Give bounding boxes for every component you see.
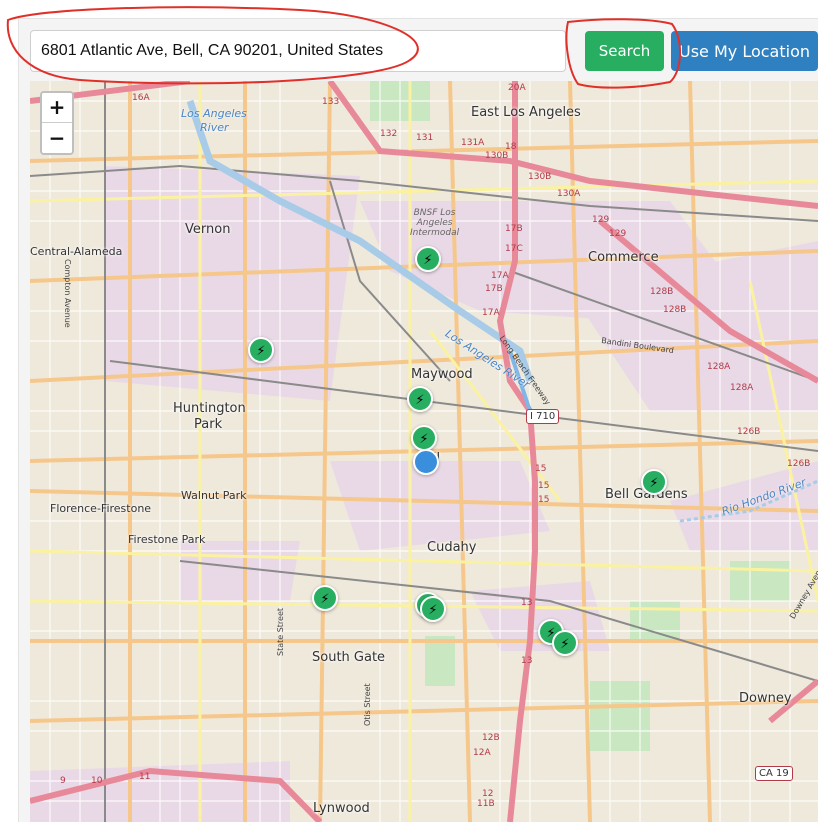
place-label: Cudahy xyxy=(427,540,477,555)
charging-station-marker[interactable]: ⚡ xyxy=(552,630,578,656)
street-label: Compton Avenue xyxy=(63,259,72,328)
lightning-icon: ⚡ xyxy=(428,601,438,617)
exit-label: 13 xyxy=(521,656,533,666)
exit-label: 12 xyxy=(482,789,494,799)
freeway-shield: I 710 xyxy=(526,409,560,424)
place-label: Park xyxy=(194,417,223,432)
place-label: Huntington xyxy=(173,401,246,416)
lightning-icon: ⚡ xyxy=(649,474,659,490)
charging-station-marker[interactable]: ⚡ xyxy=(420,596,446,622)
search-bar: Search Use My Location xyxy=(30,30,818,72)
charging-station-marker[interactable]: ⚡ xyxy=(641,469,667,495)
exit-label: 15 xyxy=(535,464,547,474)
exit-label: 16A xyxy=(132,93,150,103)
exit-label: 128B xyxy=(663,305,687,315)
exit-label: 131A xyxy=(461,138,485,148)
lightning-icon: ⚡ xyxy=(415,391,425,407)
exit-label: 17B xyxy=(505,224,523,234)
exit-label: 126B xyxy=(737,427,761,437)
exit-label: 11B xyxy=(477,799,495,809)
exit-label: 12A xyxy=(473,748,491,758)
exit-label: 12B xyxy=(482,733,500,743)
river-label: Los Angeles xyxy=(181,107,247,120)
use-my-location-button[interactable]: Use My Location xyxy=(671,31,818,71)
exit-label: 17A xyxy=(491,271,509,281)
zoom-in-button[interactable]: + xyxy=(42,93,72,123)
place-label: Commerce xyxy=(588,250,659,265)
exit-label: 128B xyxy=(650,287,674,297)
exit-label: 17B xyxy=(485,284,503,294)
exit-label: 17A xyxy=(482,308,500,318)
charging-station-marker[interactable]: ⚡ xyxy=(407,386,433,412)
exit-label: 129 xyxy=(609,229,627,239)
place-label: South Gate xyxy=(312,650,386,665)
charging-station-marker[interactable]: ⚡ xyxy=(411,425,437,451)
place-label: East Los Angeles xyxy=(471,105,581,120)
exit-label: 11 xyxy=(139,772,151,782)
place-label: Lynwood xyxy=(313,801,370,816)
exit-label: 17C xyxy=(505,244,523,254)
exit-label: 15 xyxy=(538,495,550,505)
rail-yard-label: BNSF Los Angeles Intermodal xyxy=(410,208,460,238)
exit-label: 133 xyxy=(322,97,340,107)
lightning-icon: ⚡ xyxy=(320,590,330,606)
exit-label: 132 xyxy=(380,129,398,139)
lightning-icon: ⚡ xyxy=(423,251,433,267)
place-label: Florence-Firestone xyxy=(50,502,152,515)
place-label: Downey xyxy=(739,691,792,706)
exit-label: 126B xyxy=(787,459,811,469)
exit-label: 131 xyxy=(416,133,434,143)
exit-label: 130B xyxy=(485,151,509,161)
exit-label: 130A xyxy=(557,189,581,199)
exit-label: 128A xyxy=(730,383,754,393)
charging-station-marker[interactable]: ⚡ xyxy=(248,337,274,363)
address-input[interactable] xyxy=(30,30,566,72)
place-label: Firestone Park xyxy=(128,533,206,546)
river-label: River xyxy=(200,121,229,134)
exit-label: 130B xyxy=(528,172,552,182)
zoom-out-button[interactable]: − xyxy=(42,123,72,153)
street-label: Otis Street xyxy=(363,683,372,726)
lightning-icon: ⚡ xyxy=(256,342,266,358)
exit-label: 129 xyxy=(592,215,610,225)
exit-label: 20A xyxy=(508,83,526,93)
lightning-icon: ⚡ xyxy=(419,430,429,446)
place-label: Central-Alameda xyxy=(30,245,123,258)
exit-label: 128A xyxy=(707,362,731,372)
exit-label: 9 xyxy=(60,776,66,786)
search-button[interactable]: Search xyxy=(585,31,664,71)
exit-label: 13 xyxy=(521,598,533,608)
place-label: Walnut Park xyxy=(181,489,247,502)
lightning-icon: ⚡ xyxy=(560,635,570,651)
place-label: Maywood xyxy=(411,367,473,382)
exit-label: 15 xyxy=(538,481,550,491)
map-view[interactable]: + − East Los Angeles Vernon Central-Alam… xyxy=(30,81,818,822)
highway-shield: CA 19 xyxy=(755,766,793,781)
user-location-marker[interactable] xyxy=(413,449,439,475)
place-label: Vernon xyxy=(185,222,231,237)
exit-label: 10 xyxy=(91,776,103,786)
charging-station-marker[interactable]: ⚡ xyxy=(415,246,441,272)
zoom-control: + − xyxy=(40,91,74,155)
charging-station-marker[interactable]: ⚡ xyxy=(312,585,338,611)
street-label: State Street xyxy=(276,607,285,656)
